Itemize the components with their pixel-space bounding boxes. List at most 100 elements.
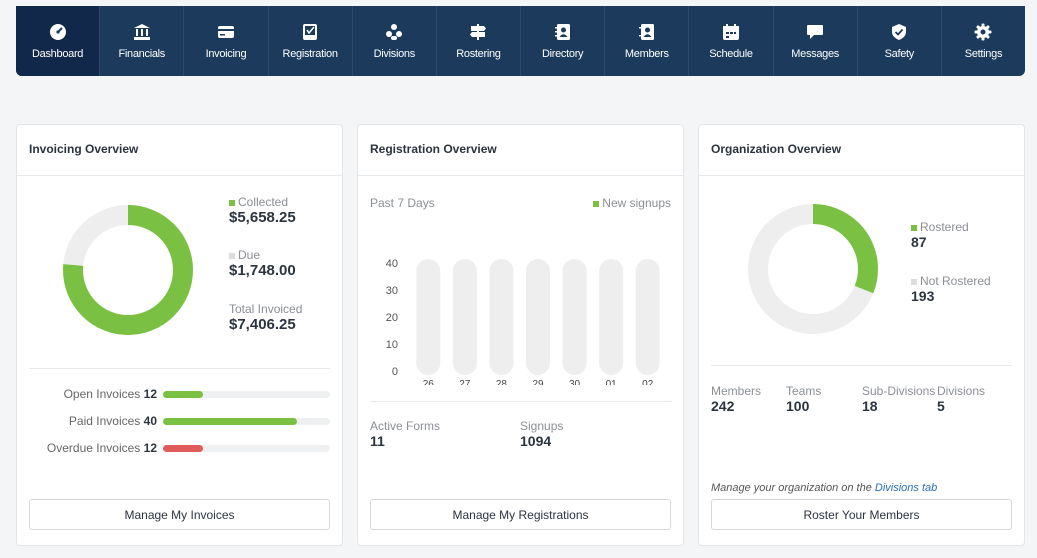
y-tick-label: 30 (386, 285, 398, 297)
rostered-value: 87 (911, 234, 927, 250)
invoice-bar-fill (163, 417, 297, 425)
nav-item-members[interactable]: Members (605, 6, 690, 76)
top-navigation: Dashboard Financials Invoicing Registration… (16, 6, 1025, 76)
org-stat-label: Members (711, 384, 762, 398)
invoicing-overview-title: Invoicing Overview (17, 125, 342, 176)
registration-overview-card: Registration Overview Past 7 Days New si… (357, 124, 684, 546)
nav-label: Messages (791, 48, 839, 60)
chart-period-label: Past 7 Days (370, 196, 435, 210)
org-stat-label: Sub-Divisions (862, 384, 936, 398)
nav-item-directory[interactable]: Directory (521, 6, 606, 76)
invoice-bar-count: 40 (143, 414, 157, 428)
nav-label: Directory (541, 48, 584, 60)
nav-item-financials[interactable]: Financials (100, 6, 185, 76)
bar-track (635, 259, 660, 375)
x-tick-day: 28 (496, 379, 508, 385)
invoicing-donut-chart (63, 205, 193, 335)
org-stat-sub-divisions: Sub-Divisions 18 (862, 384, 935, 414)
invoice-bar-count: 12 (143, 387, 157, 401)
signpost-icon (468, 22, 488, 42)
manage-my-registrations-button[interactable]: Manage My Registrations (370, 499, 671, 530)
invoice-bar-label: Overdue Invoices 12 (29, 441, 163, 455)
x-tick-day: 02 (642, 379, 654, 385)
invoice-bar-track (163, 444, 330, 452)
invoice-bar-row: Open Invoices 12 (29, 387, 330, 401)
nav-item-invoicing[interactable]: Invoicing (184, 6, 269, 76)
nav-label: Dashboard (32, 48, 84, 60)
nav-item-dashboard[interactable]: Dashboard (16, 6, 101, 76)
nav-item-rostering[interactable]: Rostering (437, 6, 522, 76)
calendar-icon (721, 22, 741, 42)
roster-your-members-button[interactable]: Roster Your Members (711, 499, 1012, 530)
gear-icon (973, 22, 993, 42)
not-rostered-legend: Not Rostered 193 (911, 274, 991, 304)
bar-track (562, 259, 587, 375)
legend-new-signups: New signups (602, 196, 671, 210)
bar-track (416, 259, 441, 375)
total-invoiced-value: $7,406.25 (229, 316, 296, 333)
signups-label: Signups (520, 419, 564, 433)
active-forms-label: Active Forms (370, 419, 441, 433)
divider (711, 365, 1012, 366)
active-forms-stat: Active Forms 11 (370, 419, 440, 449)
nav-label: Registration (282, 48, 338, 60)
invoice-bar-count: 12 (143, 441, 157, 455)
not-rostered-value: 193 (911, 288, 935, 304)
members-icon (637, 22, 657, 42)
nav-item-safety[interactable]: Safety (858, 6, 942, 76)
signups-bar-chart: 40302010026Nov27Nov28Nov29Nov30Nov01Dec0… (386, 258, 660, 385)
grey-dot-icon (229, 252, 235, 259)
nav-label: Schedule (709, 48, 753, 60)
org-stat-members: Members 242 (711, 384, 761, 414)
divisions-note: Manage your organization on the Division… (711, 482, 937, 494)
divider (370, 401, 671, 402)
nav-label: Financials (118, 48, 166, 60)
bar-track (526, 259, 550, 375)
green-dot-icon (911, 224, 917, 231)
org-stat-label: Divisions (937, 384, 986, 398)
nav-item-divisions[interactable]: Divisions (353, 6, 437, 76)
nav-label: Settings (964, 48, 1003, 60)
registration-overview-title: Registration Overview (358, 125, 683, 176)
invoice-bar-name: Open Invoices (63, 387, 141, 401)
nav-label: Rostering (456, 48, 501, 60)
bar-track (599, 259, 624, 375)
total-invoiced: Total Invoiced $7,406.25 (229, 302, 302, 333)
invoice-bar-name: Overdue Invoices (46, 441, 141, 455)
x-tick-day: 29 (532, 379, 544, 385)
registration-icon (300, 22, 320, 42)
manage-my-invoices-button[interactable]: Manage My Invoices (29, 499, 330, 530)
chat-bubble-icon (805, 22, 825, 42)
invoice-bar-fill (163, 390, 204, 398)
invoice-bar-label: Open Invoices 12 (29, 387, 163, 401)
divisions-tab-link[interactable]: Divisions tab (875, 482, 937, 494)
signups-stat: Signups 1094 (520, 419, 563, 449)
organization-overview-card: Organization Overview Rostered 87 Not Ro… (698, 124, 1025, 546)
bar-track (489, 259, 514, 375)
due-value: $1,748.00 (229, 262, 296, 279)
collected-label: Collected (238, 195, 289, 209)
nav-item-schedule[interactable]: Schedule (689, 6, 774, 76)
invoice-bar-row: Paid Invoices 40 (29, 414, 330, 428)
nav-label: Invoicing (205, 48, 247, 60)
invoice-bar-track (163, 417, 330, 425)
green-dot-icon (229, 199, 235, 206)
credit-card-icon (216, 22, 236, 42)
divisions-note-text: Manage your organization on the (711, 482, 875, 494)
nav-item-messages[interactable]: Messages (774, 6, 858, 76)
signups-value: 1094 (520, 433, 552, 449)
contact-book-icon (553, 22, 573, 42)
nav-item-registration[interactable]: Registration (269, 6, 353, 76)
grey-dot-icon (911, 278, 917, 285)
y-tick-label: 0 (392, 366, 398, 378)
y-tick-label: 20 (386, 312, 398, 324)
active-forms-value: 11 (370, 433, 385, 449)
nav-item-settings[interactable]: Settings (942, 6, 1025, 76)
invoice-bar-label: Paid Invoices 40 (29, 414, 163, 428)
nav-label: Members (624, 48, 669, 60)
nav-label: Safety (884, 48, 915, 60)
divisions-icon (384, 22, 404, 42)
collected-legend: Collected $5,658.25 (229, 195, 296, 226)
due-legend: Due $1,748.00 (229, 248, 296, 279)
org-stat-value: 5 (937, 398, 945, 414)
